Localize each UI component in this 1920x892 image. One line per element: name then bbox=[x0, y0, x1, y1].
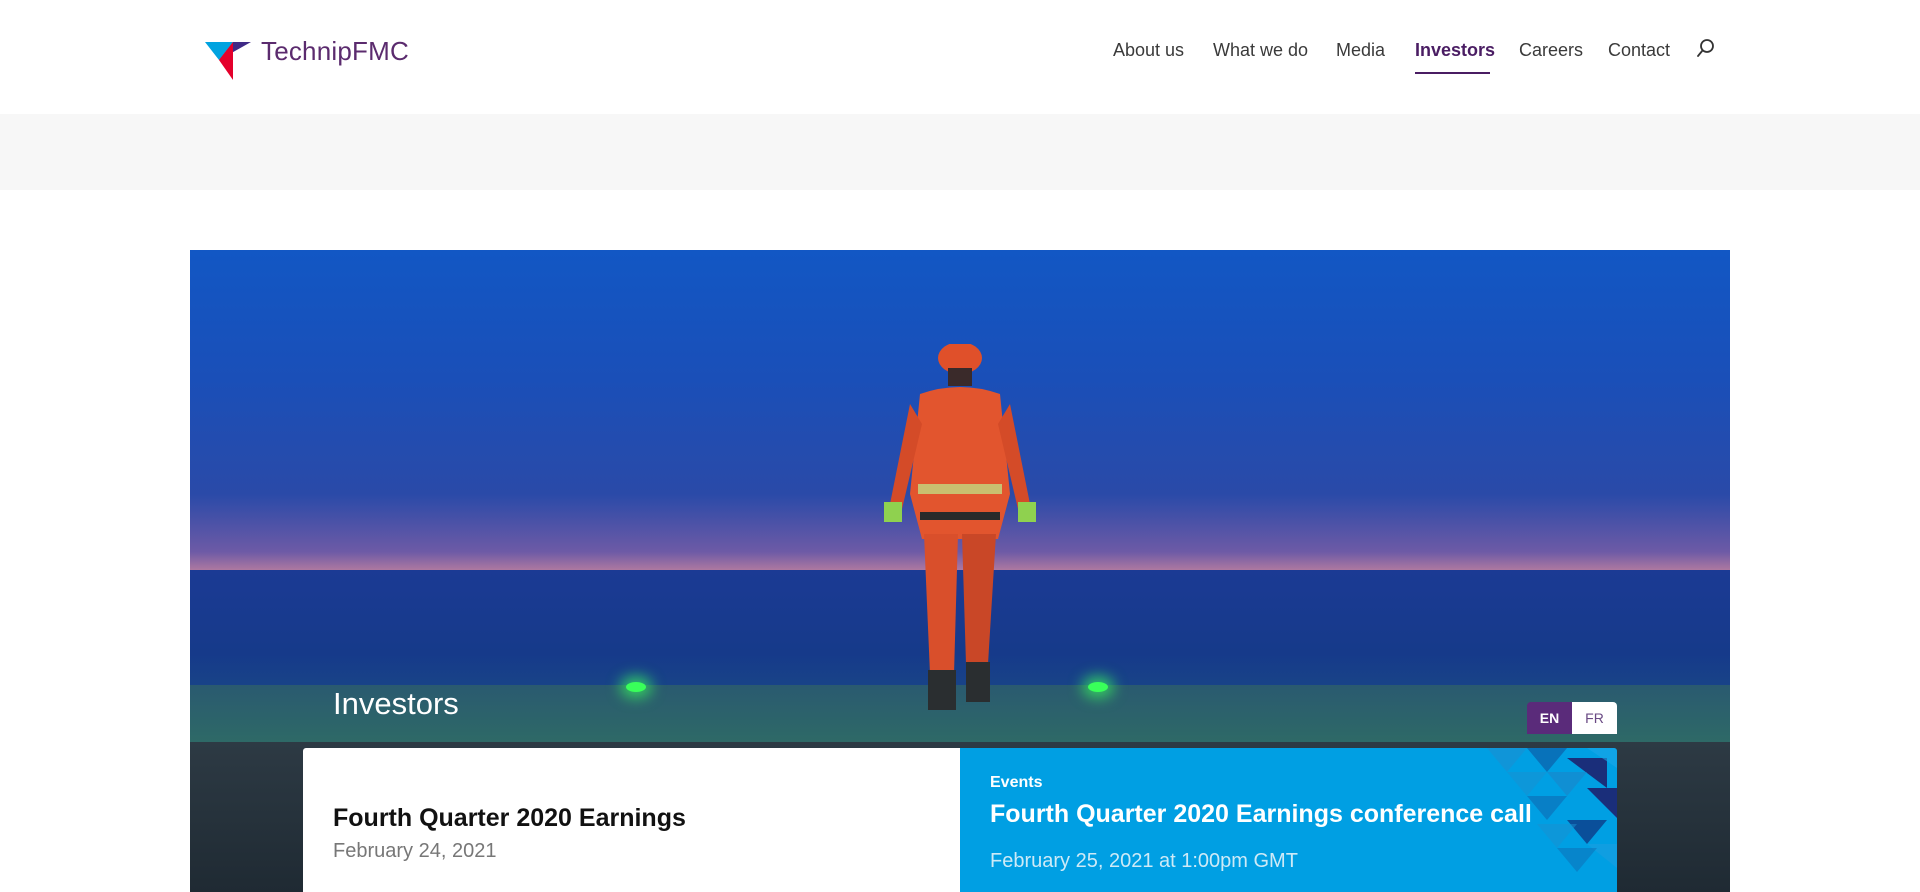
deck-light bbox=[1088, 682, 1108, 692]
event-card-kicker: Events bbox=[990, 774, 1043, 791]
earnings-card-title[interactable]: Fourth Quarter 2020 Earnings bbox=[333, 804, 686, 833]
nav-media[interactable]: Media bbox=[1336, 40, 1385, 61]
technipfmc-logo-icon bbox=[205, 42, 251, 80]
deck-light bbox=[626, 682, 646, 692]
nav-careers[interactable]: Careers bbox=[1519, 40, 1583, 61]
worker-figure bbox=[884, 344, 1036, 710]
logo[interactable]: TechnipFMC bbox=[203, 36, 409, 82]
language-en-button[interactable]: EN bbox=[1527, 702, 1572, 734]
search-icon[interactable] bbox=[1696, 38, 1716, 60]
nav-what-we-do[interactable]: What we do bbox=[1213, 40, 1308, 61]
earnings-card[interactable]: Fourth Quarter 2020 Earnings February 24… bbox=[303, 748, 960, 892]
nav-investors[interactable]: Investors bbox=[1415, 40, 1495, 61]
sub-header-band bbox=[0, 114, 1920, 190]
event-card-date: February 25, 2021 at 1:00pm GMT bbox=[990, 850, 1298, 872]
site-header: TechnipFMC About us What we do Media Inv… bbox=[0, 0, 1920, 114]
nav-active-underline bbox=[1415, 72, 1490, 74]
earnings-card-date: February 24, 2021 bbox=[333, 840, 497, 862]
language-fr-button[interactable]: FR bbox=[1572, 702, 1617, 734]
page-title: Investors bbox=[333, 686, 459, 721]
nav-contact[interactable]: Contact bbox=[1608, 40, 1670, 61]
event-card[interactable]: Events Fourth Quarter 2020 Earnings conf… bbox=[960, 748, 1617, 892]
event-card-title[interactable]: Fourth Quarter 2020 Earnings conference … bbox=[990, 800, 1532, 829]
logo-text: TechnipFMC bbox=[261, 36, 409, 66]
nav-about-us[interactable]: About us bbox=[1113, 40, 1184, 61]
language-switcher: EN FR bbox=[1527, 702, 1617, 734]
